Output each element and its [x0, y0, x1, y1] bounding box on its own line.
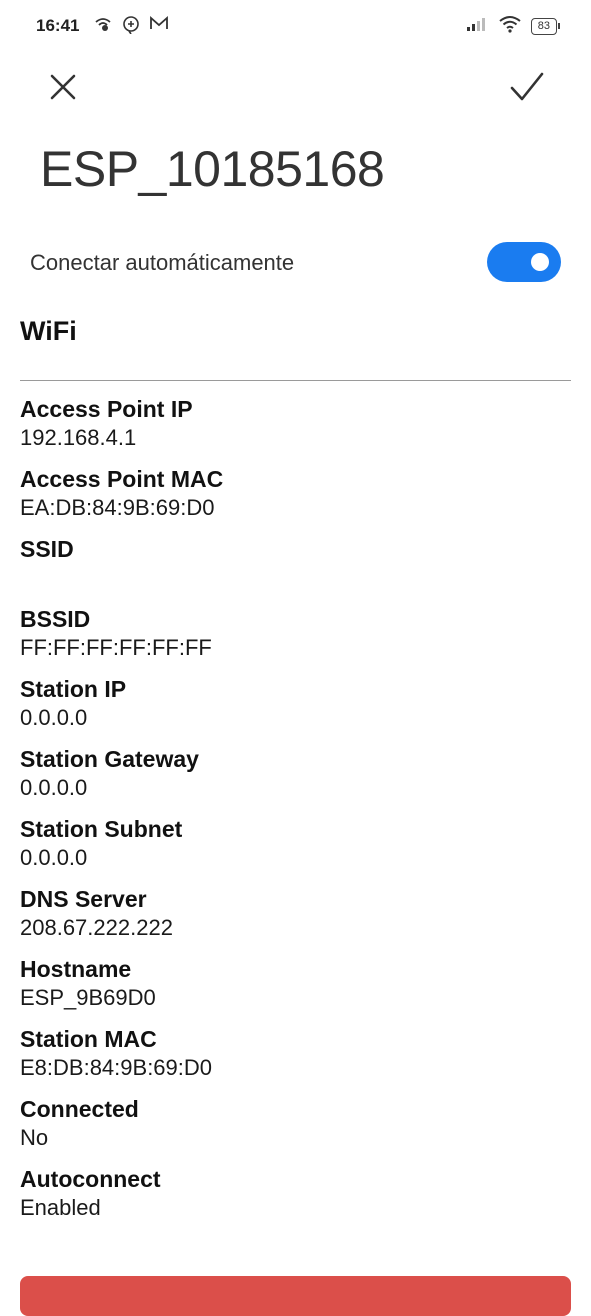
info-item-access-point-mac: Access Point MAC EA:DB:84:9B:69:D0 — [20, 464, 223, 534]
battery-icon: 83 — [530, 18, 561, 35]
info-label: Hostname — [20, 956, 132, 982]
info-value: 0.0.0.0 — [20, 705, 88, 730]
section-title-wifi: WiFi — [20, 316, 77, 346]
system-icons: 83 — [466, 15, 561, 38]
info-value: EA:DB:84:9B:69:D0 — [20, 495, 215, 520]
info-value: 0.0.0.0 — [20, 845, 88, 870]
auto-connect-toggle[interactable] — [487, 242, 561, 282]
status-bar: 16:41 83 — [0, 0, 591, 56]
info-label: DNS Server — [20, 886, 147, 912]
info-item-station-mac: Station MAC E8:DB:84:9B:69:D0 — [20, 1024, 223, 1094]
info-value: 192.168.4.1 — [20, 425, 137, 450]
close-button[interactable] — [44, 68, 84, 108]
info-value: FF:FF:FF:FF:FF:FF — [20, 635, 212, 660]
info-label: Station Subnet — [20, 816, 183, 842]
info-item-connected: Connected No — [20, 1094, 223, 1164]
status-time: 16:41 — [36, 16, 80, 35]
auto-connect-label: Conectar automáticamente — [30, 250, 295, 275]
info-label: Station IP — [20, 676, 127, 702]
info-value: No — [20, 1125, 49, 1150]
network-name-title: ESP_10185168 — [40, 141, 385, 197]
info-label: Station MAC — [20, 1026, 157, 1052]
confirm-button[interactable] — [506, 68, 548, 108]
section-divider — [20, 380, 571, 381]
wifi-icon — [499, 15, 521, 38]
info-value: 0.0.0.0 — [20, 775, 88, 800]
info-item-dns-server: DNS Server 208.67.222.222 — [20, 884, 223, 954]
info-label: Connected — [20, 1096, 139, 1122]
info-item-hostname: Hostname ESP_9B69D0 — [20, 954, 223, 1024]
info-value: E8:DB:84:9B:69:D0 — [20, 1055, 213, 1080]
messenger-icon — [122, 16, 140, 38]
info-label: Access Point IP — [20, 396, 193, 422]
info-item-ssid: SSID — [20, 534, 223, 604]
info-item-station-ip: Station IP 0.0.0.0 — [20, 674, 223, 744]
info-item-access-point-ip: Access Point IP 192.168.4.1 — [20, 394, 223, 464]
info-label: Autoconnect — [20, 1166, 161, 1192]
info-label: SSID — [20, 536, 74, 562]
info-label: BSSID — [20, 606, 91, 632]
close-icon — [44, 74, 84, 112]
info-value: 208.67.222.222 — [20, 915, 173, 940]
toggle-knob — [531, 253, 549, 271]
info-label: Station Gateway — [20, 746, 199, 772]
info-value: Enabled — [20, 1195, 101, 1220]
info-value: ESP_9B69D0 — [20, 985, 156, 1010]
forget-network-button[interactable] — [20, 1276, 571, 1316]
info-label: Access Point MAC — [20, 466, 224, 492]
gmail-icon — [150, 16, 168, 38]
notification-icons — [94, 16, 168, 38]
wifi-info-list: Access Point IP 192.168.4.1 Access Point… — [20, 394, 223, 1234]
wifi-hotspot-icon — [94, 16, 112, 38]
info-item-autoconnect: Autoconnect Enabled — [20, 1164, 223, 1234]
signal-icon — [466, 17, 489, 36]
info-item-bssid: BSSID FF:FF:FF:FF:FF:FF — [20, 604, 223, 674]
check-icon — [506, 72, 548, 112]
info-item-station-gateway: Station Gateway 0.0.0.0 — [20, 744, 223, 814]
info-item-station-subnet: Station Subnet 0.0.0.0 — [20, 814, 223, 884]
